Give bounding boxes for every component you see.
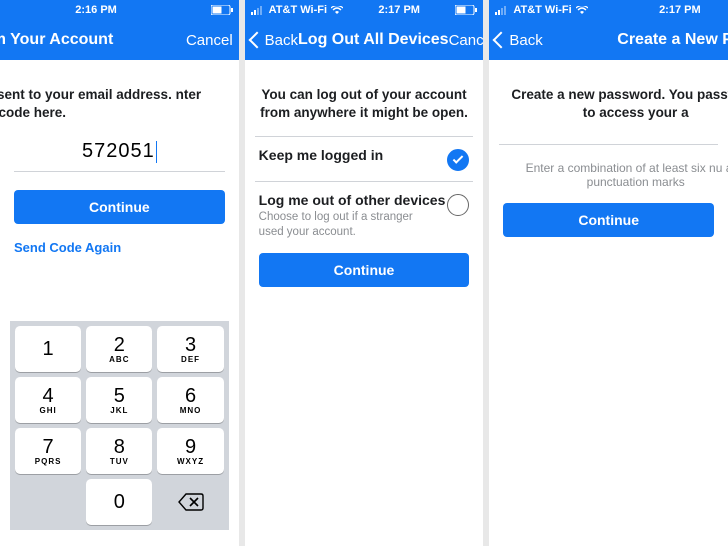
key-letters: TUV bbox=[110, 457, 129, 466]
key-number: 4 bbox=[43, 386, 54, 406]
page-title: Log Out All Devices bbox=[298, 31, 449, 49]
prompt-text: een sent to your email address. nter tha… bbox=[0, 86, 225, 122]
cancel-button[interactable]: Cancel bbox=[186, 32, 233, 49]
chevron-left-icon bbox=[493, 32, 510, 49]
keypad-key-6[interactable]: 6MNO bbox=[157, 377, 223, 423]
option-title: Keep me logged in bbox=[259, 147, 383, 163]
key-letters: DEF bbox=[181, 355, 200, 364]
page-title: nfirm Your Account bbox=[0, 31, 113, 49]
keypad-backspace[interactable] bbox=[157, 479, 223, 525]
key-number: 9 bbox=[185, 437, 196, 457]
key-letters: JKL bbox=[110, 406, 128, 415]
screen-create-password: AT&T Wi-Fi 2:17 PM Back Create a New Pas… bbox=[489, 0, 728, 546]
key-number: 8 bbox=[114, 437, 125, 457]
prompt-text: You can log out of your account from any… bbox=[259, 86, 470, 122]
nav-header: nfirm Your Account Cancel bbox=[0, 20, 239, 60]
key-number: 5 bbox=[114, 386, 125, 406]
status-time: 2:17 PM bbox=[378, 4, 420, 16]
key-letters: WXYZ bbox=[177, 457, 204, 466]
keypad-key-8[interactable]: 8TUV bbox=[86, 428, 152, 474]
back-button[interactable]: Back bbox=[251, 32, 298, 49]
carrier-label: AT&T Wi-Fi bbox=[269, 4, 327, 16]
key-number: 7 bbox=[43, 437, 54, 457]
status-time: 2:16 PM bbox=[75, 4, 117, 16]
keypad-key-3[interactable]: 3DEF bbox=[157, 326, 223, 372]
wifi-icon bbox=[331, 6, 343, 15]
content-area: Create a new password. You password to a… bbox=[489, 60, 728, 546]
battery-icon bbox=[211, 5, 233, 15]
back-button[interactable]: Back bbox=[495, 32, 542, 49]
keypad-key-2[interactable]: 2ABC bbox=[86, 326, 152, 372]
content-area: You can log out of your account from any… bbox=[245, 60, 484, 546]
screen-logout-all-devices: AT&T Wi-Fi 2:17 PM Back Log Out All Devi… bbox=[245, 0, 484, 546]
code-input[interactable]: 572051 bbox=[14, 136, 225, 172]
signal-icon bbox=[495, 5, 509, 15]
key-letters: GHI bbox=[39, 406, 56, 415]
screen-confirm-account: •••• 2:16 PM nfirm Your Account Cancel e… bbox=[0, 0, 239, 546]
continue-button[interactable]: Continue bbox=[14, 190, 225, 224]
keypad-key-0[interactable]: 0 bbox=[86, 479, 152, 525]
keypad-key-4[interactable]: 4GHI bbox=[15, 377, 81, 423]
prompt-text: Create a new password. You password to a… bbox=[503, 86, 728, 122]
key-number: 0 bbox=[114, 492, 125, 512]
statusbar: AT&T Wi-Fi 2:17 PM bbox=[245, 0, 484, 20]
nav-header: Back Log Out All Devices Cancel bbox=[245, 20, 484, 60]
keypad-blank bbox=[15, 479, 81, 525]
keypad-key-1[interactable]: 1 bbox=[15, 326, 81, 372]
nav-header: Back Create a New Passw bbox=[489, 20, 728, 60]
statusbar: •••• 2:16 PM bbox=[0, 0, 239, 20]
backspace-icon bbox=[177, 492, 205, 512]
radio-selected-icon bbox=[447, 149, 469, 171]
status-time: 2:17 PM bbox=[659, 4, 701, 16]
statusbar: AT&T Wi-Fi 2:17 PM bbox=[489, 0, 728, 20]
continue-button[interactable]: Continue bbox=[259, 253, 470, 287]
keypad-key-9[interactable]: 9WXYZ bbox=[157, 428, 223, 474]
page-title: Create a New Passw bbox=[617, 31, 728, 49]
battery-icon bbox=[455, 5, 477, 15]
content-area: een sent to your email address. nter tha… bbox=[0, 60, 239, 546]
key-letters: PQRS bbox=[35, 457, 62, 466]
key-number: 2 bbox=[114, 335, 125, 355]
key-letters: ABC bbox=[109, 355, 129, 364]
radio-unselected-icon bbox=[447, 194, 469, 216]
continue-button[interactable]: Continue bbox=[503, 203, 714, 237]
option-title: Log me out of other devices bbox=[259, 192, 446, 208]
key-number: 1 bbox=[43, 339, 54, 359]
key-letters: MNO bbox=[180, 406, 202, 415]
option-subtitle: Choose to log out if a stranger used you… bbox=[259, 210, 429, 239]
chevron-left-icon bbox=[248, 32, 265, 49]
keypad-key-5[interactable]: 5JKL bbox=[86, 377, 152, 423]
keypad-key-7[interactable]: 7PQRS bbox=[15, 428, 81, 474]
cancel-button[interactable]: Cancel bbox=[449, 32, 484, 49]
wifi-icon bbox=[576, 6, 588, 15]
divider bbox=[499, 144, 718, 145]
carrier-label: AT&T Wi-Fi bbox=[513, 4, 571, 16]
signal-icon bbox=[251, 5, 265, 15]
code-value: 572051 bbox=[82, 140, 155, 162]
option-logout-other[interactable]: Log me out of other devices Choose to lo… bbox=[255, 181, 474, 249]
option-keep-logged-in[interactable]: Keep me logged in bbox=[255, 136, 474, 181]
send-code-again-link[interactable]: Send Code Again bbox=[14, 240, 225, 255]
numeric-keypad: 12ABC3DEF4GHI5JKL6MNO7PQRS8TUV9WXYZ0 bbox=[10, 321, 229, 530]
key-number: 3 bbox=[185, 335, 196, 355]
helper-text: Enter a combination of at least six nu a… bbox=[503, 161, 728, 189]
back-label: Back bbox=[509, 32, 542, 49]
key-number: 6 bbox=[185, 386, 196, 406]
back-label: Back bbox=[265, 32, 298, 49]
